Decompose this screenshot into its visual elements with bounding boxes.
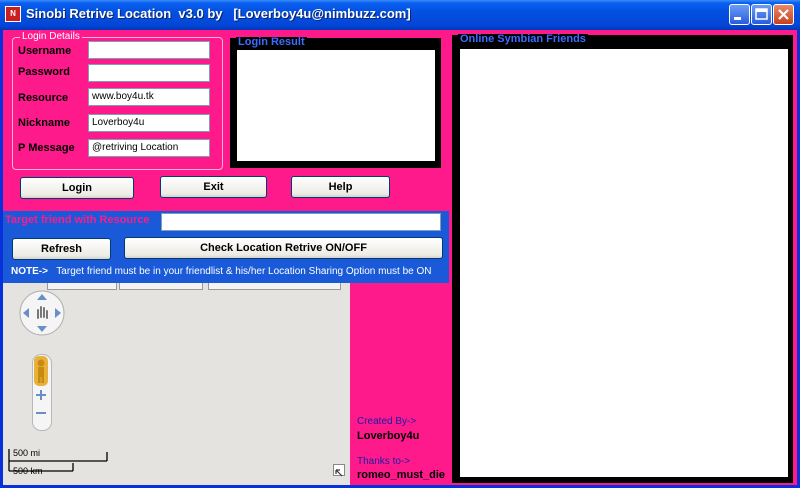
map-view[interactable]: 500 mi 500 km <box>3 283 350 485</box>
map-type-button-satellite[interactable] <box>119 283 203 290</box>
maximize-icon <box>755 8 768 20</box>
online-friends-list[interactable] <box>460 49 788 477</box>
title-bar[interactable]: N Sinobi Retrive Location v3.0 by [Lover… <box>0 0 800 30</box>
target-panel: Target friend with Resource Refresh Chec… <box>3 211 449 283</box>
refresh-button[interactable]: Refresh <box>12 238 111 260</box>
minimize-button[interactable] <box>729 4 750 25</box>
password-label: Password <box>18 66 70 78</box>
thanks-label: Thanks to-> <box>357 456 411 467</box>
nickname-field[interactable]: Loverboy4u <box>88 114 210 132</box>
pmessage-label: P Message <box>18 142 75 154</box>
close-icon <box>778 9 789 20</box>
pan-control-icon[interactable] <box>17 288 67 338</box>
login-result-output[interactable] <box>237 50 435 161</box>
target-label: Target friend with Resource <box>5 214 150 226</box>
note-prefix: NOTE-> <box>11 266 48 277</box>
map-type-button-hybrid[interactable] <box>208 283 341 290</box>
login-result-legend: Login Result <box>236 36 307 48</box>
password-field[interactable] <box>88 64 210 82</box>
map-scale-bar <box>8 449 108 472</box>
target-resource-field[interactable] <box>161 213 441 231</box>
app-icon: N <box>5 6 21 22</box>
username-field[interactable] <box>88 41 210 59</box>
note-body: Target friend must be in your friendlist… <box>56 266 432 277</box>
online-friends-panel: Online Symbian Friends <box>452 33 793 483</box>
app-window: N Sinobi Retrive Location v3.0 by [Lover… <box>0 0 800 488</box>
expand-corner-icon <box>335 469 343 477</box>
nickname-label: Nickname <box>18 117 70 129</box>
online-friends-legend: Online Symbian Friends <box>458 33 588 45</box>
resource-field[interactable]: www.boy4u.tk <box>88 88 210 106</box>
pmessage-field[interactable]: @retriving Location <box>88 139 210 157</box>
login-details-legend: Login Details <box>20 31 82 42</box>
login-result-panel: Login Result <box>230 36 441 168</box>
note-text: NOTE-> Target friend must be in your fri… <box>11 266 431 277</box>
check-location-button[interactable]: Check Location Retrive ON/OFF <box>124 237 443 259</box>
pegman-icon[interactable] <box>34 356 48 386</box>
maximize-button[interactable] <box>751 4 772 25</box>
thanks-name: romeo_must_die <box>357 469 446 481</box>
map-overview-toggle[interactable] <box>333 464 345 477</box>
minimize-icon <box>734 17 741 20</box>
zoom-out-icon[interactable] <box>35 407 47 419</box>
resource-label: Resource <box>18 92 69 104</box>
created-by-label: Created By-> <box>357 416 417 427</box>
client-area: Login Details Username Password Resource… <box>3 30 797 485</box>
created-by-name: Loverboy4u <box>357 430 420 442</box>
close-button[interactable] <box>773 4 794 25</box>
username-label: Username <box>18 45 72 57</box>
help-button[interactable]: Help <box>291 176 390 198</box>
exit-button[interactable]: Exit <box>160 176 267 198</box>
login-button[interactable]: Login <box>20 177 134 199</box>
window-title: Sinobi Retrive Location v3.0 by [Loverbo… <box>26 6 411 21</box>
zoom-in-icon[interactable] <box>35 389 47 401</box>
